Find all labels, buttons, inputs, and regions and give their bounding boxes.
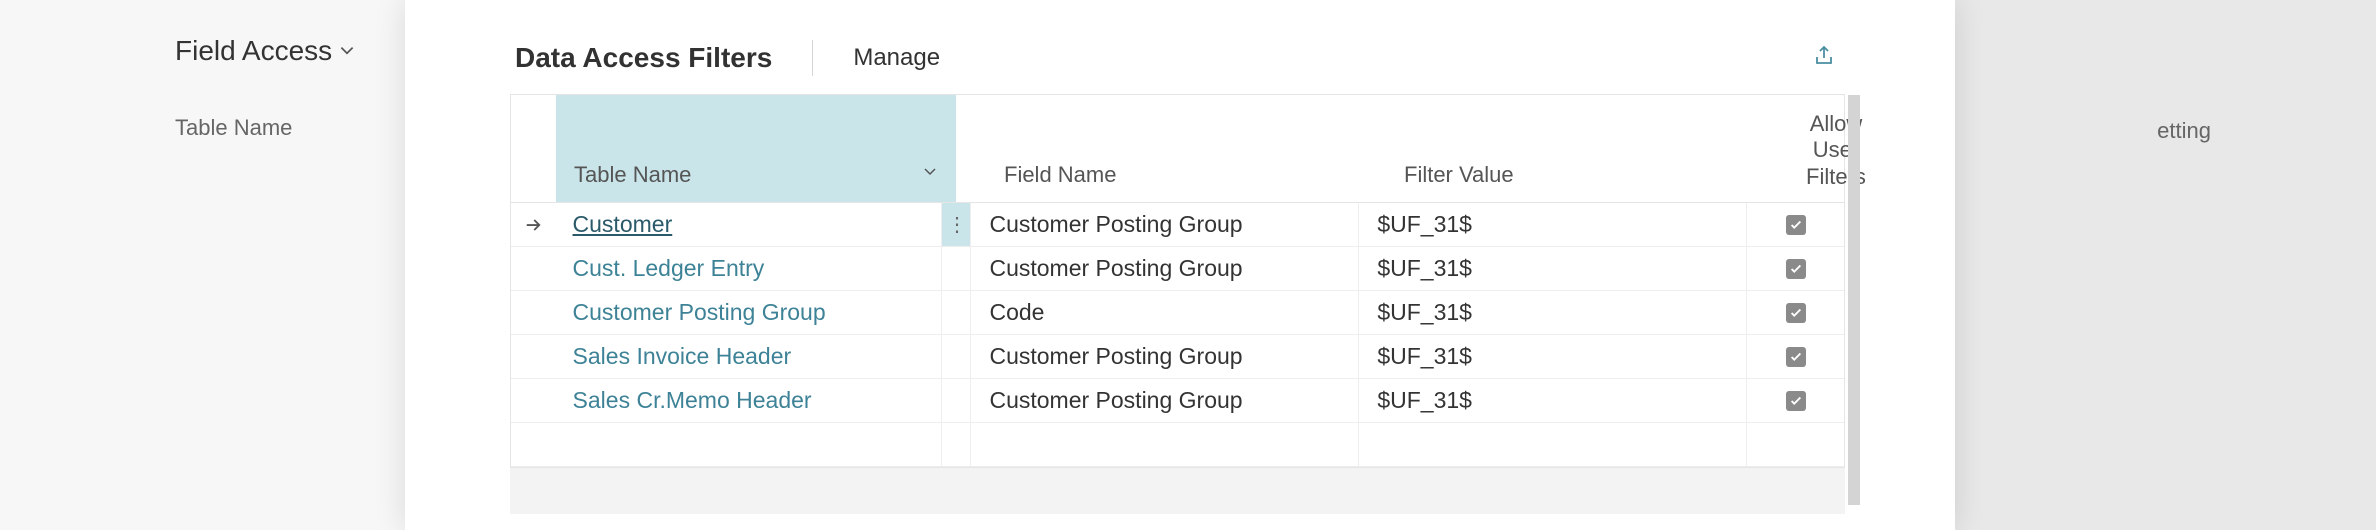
col-field-name-header[interactable]: Field Name [986, 95, 1386, 202]
row-more-actions [942, 247, 971, 290]
cell-allow-user-filters[interactable] [1747, 247, 1844, 290]
manage-button[interactable]: Manage [853, 44, 940, 72]
panel-title: Data Access Filters [515, 42, 772, 74]
cell-allow-user-filters[interactable] [1747, 291, 1844, 334]
bg-table-name-label: Table Name [175, 115, 292, 141]
cell-filter-value[interactable]: $UF_31$ [1359, 203, 1747, 246]
scrollbar-thumb[interactable] [1848, 95, 1860, 505]
table-name-link[interactable]: Sales Cr.Memo Header [573, 387, 812, 414]
cell-table-name[interactable]: Customer Posting Group [555, 291, 943, 334]
check-icon [1789, 262, 1803, 276]
row-indicator [511, 379, 555, 422]
col-filter-value-header[interactable]: Filter Value [1386, 95, 1786, 202]
col-field-name-label: Field Name [1004, 162, 1116, 188]
row-indicator [511, 335, 555, 378]
chevron-down-icon [338, 35, 356, 67]
col-table-name-label: Table Name [574, 162, 691, 188]
row-more-actions [942, 335, 971, 378]
table-row[interactable]: Sales Invoice Header Customer Posting Gro… [511, 335, 1844, 379]
table-name-link[interactable]: Customer [573, 211, 673, 238]
table-name-link[interactable]: Cust. Ledger Entry [573, 255, 765, 282]
divider [812, 40, 813, 76]
table-footer-bar [510, 468, 1845, 514]
row-more-actions [942, 379, 971, 422]
cell-table-name[interactable]: Sales Invoice Header [555, 335, 943, 378]
table-name-link[interactable]: Customer Posting Group [573, 299, 826, 326]
cell-allow-user-filters[interactable] [1747, 379, 1844, 422]
col-table-name-header[interactable]: Table Name [556, 95, 956, 202]
col-more-header [956, 95, 986, 202]
cell-field-name[interactable]: Customer Posting Group [971, 247, 1359, 290]
row-more-actions[interactable]: ⋮ [942, 203, 971, 246]
more-vertical-icon[interactable]: ⋮ [947, 212, 966, 237]
main-panel: Data Access Filters Manage Table Name Fi… [405, 0, 1955, 530]
cell-allow-user-filters[interactable] [1747, 335, 1844, 378]
check-icon [1789, 306, 1803, 320]
cell-table-name[interactable]: Sales Cr.Memo Header [555, 379, 943, 422]
allow-checkbox[interactable] [1786, 303, 1806, 323]
col-allow-header[interactable]: Allow User Filters [1786, 95, 1886, 202]
cell-field-name[interactable]: Customer Posting Group [971, 379, 1359, 422]
cell-filter-value[interactable]: $UF_31$ [1359, 335, 1747, 378]
chevron-down-icon[interactable] [922, 160, 938, 188]
cell-table-name[interactable]: Customer [555, 203, 943, 246]
cell-field-name[interactable]: Customer Posting Group [971, 335, 1359, 378]
row-indicator [511, 203, 555, 246]
field-access-header[interactable]: Field Access [175, 35, 356, 67]
row-indicator [511, 291, 555, 334]
table-row[interactable]: Customer Posting Group Code$UF_31$ [511, 291, 1844, 335]
data-filters-table: Table Name Field Name Filter Value Allow… [510, 94, 1845, 468]
table-header-row: Table Name Field Name Filter Value Allow… [511, 95, 1844, 203]
check-icon [1789, 218, 1803, 232]
allow-checkbox[interactable] [1786, 215, 1806, 235]
background-sidebar [0, 0, 405, 530]
cell-filter-value[interactable]: $UF_31$ [1359, 379, 1747, 422]
cell-filter-value[interactable]: $UF_31$ [1359, 247, 1747, 290]
field-access-label: Field Access [175, 35, 332, 67]
cell-field-name[interactable]: Code [971, 291, 1359, 334]
table-row[interactable]: Customer ⋮Customer Posting Group$UF_31$ [511, 203, 1844, 247]
cell-allow-user-filters[interactable] [1747, 203, 1844, 246]
bg-setting-label: etting [2157, 118, 2211, 144]
col-filter-value-label: Filter Value [1404, 162, 1514, 188]
check-icon [1789, 394, 1803, 408]
allow-checkbox[interactable] [1786, 347, 1806, 367]
vertical-scrollbar[interactable] [1848, 95, 1860, 505]
table-row-empty [511, 423, 1844, 467]
panel-header: Data Access Filters Manage [405, 0, 1955, 94]
col-selector-header [511, 95, 556, 202]
row-indicator [511, 247, 555, 290]
check-icon [1789, 350, 1803, 364]
table-name-link[interactable]: Sales Invoice Header [573, 343, 792, 370]
allow-checkbox[interactable] [1786, 259, 1806, 279]
table-row[interactable]: Sales Cr.Memo Header Customer Posting Gro… [511, 379, 1844, 423]
cell-table-name[interactable]: Cust. Ledger Entry [555, 247, 943, 290]
cell-filter-value[interactable]: $UF_31$ [1359, 291, 1747, 334]
table-row[interactable]: Cust. Ledger Entry Customer Posting Group… [511, 247, 1844, 291]
share-icon[interactable] [1813, 44, 1845, 73]
allow-checkbox[interactable] [1786, 391, 1806, 411]
arrow-right-icon [523, 215, 543, 235]
cell-field-name[interactable]: Customer Posting Group [971, 203, 1359, 246]
row-more-actions [942, 291, 971, 334]
